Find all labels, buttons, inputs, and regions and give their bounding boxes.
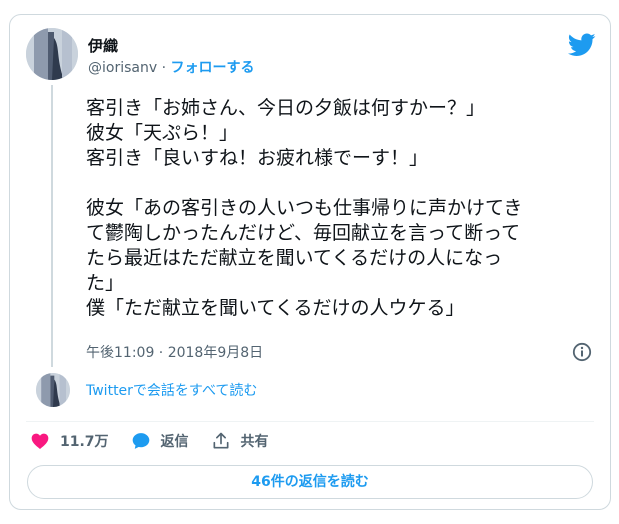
- read-replies-button[interactable]: 46件の返信を読む: [27, 465, 593, 499]
- tweet-text: 客引き「お姉さん、今日の夕飯は何すかー？」 彼女「天ぷら！」 客引き「良いすね！…: [86, 96, 606, 321]
- info-icon[interactable]: [572, 342, 592, 362]
- tweet-card: 伊織 @iorisanv · フォローする 客引き「お姉さん、今日の夕飯は何すか…: [9, 14, 611, 510]
- like-count: 11.7万: [60, 434, 109, 450]
- divider: [26, 421, 594, 422]
- tweet-timestamp[interactable]: 午後11:09 · 2018年9月8日: [86, 343, 263, 363]
- tweet-line: 僕「ただ献立を聞いてくるだけの人ウケる」: [86, 297, 465, 319]
- like-button[interactable]: 11.7万: [30, 431, 109, 451]
- tweet-line: 彼女「あの客引きの人いつも仕事帰りに声かけてき: [86, 197, 523, 219]
- read-conversation-link[interactable]: Twitterで会話をすべて読む: [86, 381, 257, 401]
- speech-bubble-icon: [132, 433, 149, 449]
- action-bar: 11.7万 返信 共有: [30, 429, 291, 453]
- twitter-bird-icon[interactable]: [568, 33, 596, 57]
- thread-line: [51, 85, 53, 367]
- reply-button[interactable]: 返信: [131, 431, 189, 451]
- separator-dot: ·: [161, 60, 167, 76]
- share-label: 共有: [240, 434, 269, 450]
- tweet-line: 客引き「良いすね！お疲れ様でーす！」: [86, 147, 429, 169]
- author-name[interactable]: 伊織: [88, 36, 118, 56]
- tweet-line: た」: [86, 272, 125, 294]
- reply-label: 返信: [160, 434, 189, 450]
- tweet-line: 客引き「お姉さん、今日の夕飯は何すかー？」: [86, 97, 486, 119]
- tweet-line: て鬱陶しかったんだけど、毎回献立を言って断って: [86, 222, 521, 244]
- conversation-avatar[interactable]: [36, 373, 70, 407]
- share-icon: [213, 432, 229, 449]
- follow-link[interactable]: フォローする: [171, 60, 255, 76]
- author-avatar[interactable]: [26, 28, 78, 80]
- tweet-line: たら最近はただ献立を聞いてくるだけの人になっ: [86, 247, 503, 269]
- author-handle-row: @iorisanv · フォローする: [88, 58, 255, 78]
- share-button[interactable]: 共有: [211, 431, 269, 451]
- heart-icon: [31, 433, 49, 449]
- author-handle[interactable]: @iorisanv: [88, 60, 157, 76]
- tweet-line: 彼女「天ぷら！」: [86, 122, 239, 144]
